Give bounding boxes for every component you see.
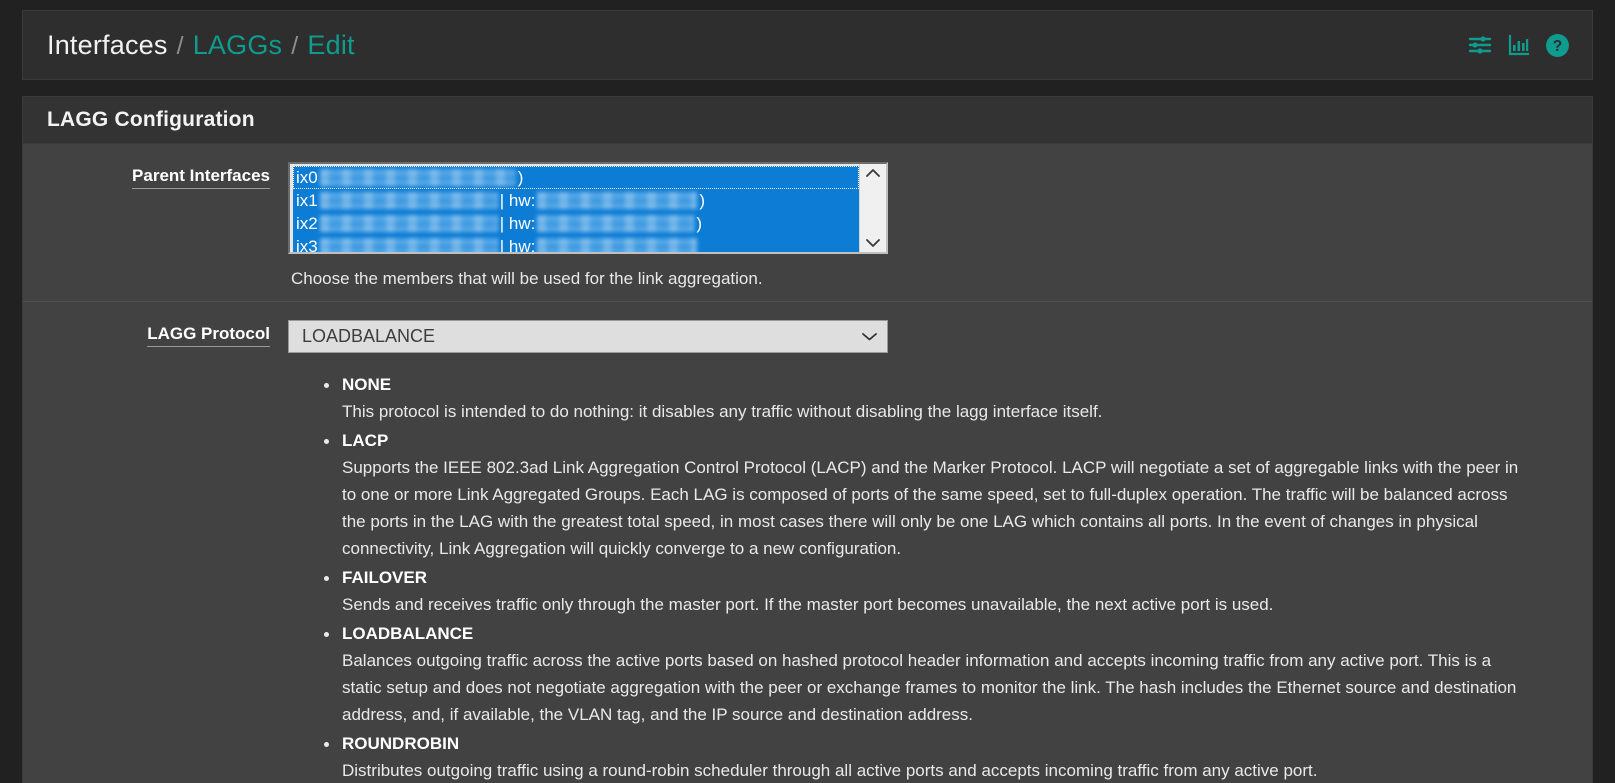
interface-separator: | hw: <box>499 191 536 210</box>
parent-interfaces-field-cell: ix0 ) ix1 | hw: ) ix2 | hw:) ix3 | hw: … <box>288 162 1592 289</box>
breadcrumb-item-edit[interactable]: Edit <box>307 30 354 61</box>
parent-interfaces-options[interactable]: ix0 ) ix1 | hw: ) ix2 | hw:) ix3 | hw: <box>290 164 859 252</box>
interface-name: ix3 <box>296 237 318 252</box>
redacted-text <box>319 192 498 209</box>
lagg-configuration-card: LAGG Configuration Parent Interfaces ix0… <box>22 96 1593 783</box>
scroll-up-icon[interactable] <box>865 167 881 179</box>
chevron-down-icon[interactable] <box>861 331 878 342</box>
protocol-description: Balances outgoing traffic across the act… <box>342 651 1517 724</box>
list-item[interactable]: ix0 ) <box>293 166 859 189</box>
interface-tail: ) <box>699 191 705 210</box>
parent-interfaces-label-cell: Parent Interfaces <box>23 162 288 289</box>
protocol-description: Distributes outgoing traffic using a rou… <box>342 761 1318 780</box>
parent-interfaces-label: Parent Interfaces <box>132 166 270 189</box>
lagg-protocol-row: LAGG Protocol LOADBALANCE NONE This prot… <box>23 302 1592 783</box>
interface-separator: | hw: <box>499 214 536 233</box>
protocol-term: LOADBALANCE <box>324 620 1568 647</box>
protocol-term: LACP <box>324 427 1568 454</box>
list-item[interactable]: ix1 | hw: ) <box>293 189 859 212</box>
interface-tail: ) <box>696 214 702 233</box>
scroll-down-icon[interactable] <box>865 237 881 249</box>
breadcrumb-item-interfaces[interactable]: Interfaces <box>47 30 168 61</box>
lagg-protocol-description-list: NONE This protocol is intended to do not… <box>288 371 1568 783</box>
tune-sliders-icon[interactable] <box>1467 33 1493 57</box>
redacted-hwaddr <box>537 192 698 209</box>
listbox-scrollbar[interactable] <box>859 164 886 252</box>
protocol-term: ROUNDROBIN <box>324 730 1568 757</box>
svg-text:?: ? <box>1553 38 1563 55</box>
protocol-description: Supports the IEEE 802.3ad Link Aggregati… <box>342 458 1519 558</box>
redacted-text <box>319 215 498 232</box>
list-item: ROUNDROBIN Distributes outgoing traffic … <box>324 730 1568 783</box>
interface-name: ix0 <box>296 168 318 187</box>
header-icon-group: ? <box>1467 33 1570 58</box>
protocol-term: NONE <box>324 371 1568 398</box>
help-circle-icon[interactable]: ? <box>1545 33 1570 58</box>
lagg-protocol-label: LAGG Protocol <box>147 324 270 347</box>
card-title: LAGG Configuration <box>47 108 255 131</box>
page-root: Interfaces / LAGGs / Edit ? LAGG Configu… <box>0 0 1615 783</box>
lagg-protocol-selected-value: LOADBALANCE <box>302 326 436 346</box>
redacted-text <box>319 169 516 186</box>
lagg-protocol-field-cell: LOADBALANCE NONE This protocol is intend… <box>288 320 1592 783</box>
list-item: FAILOVER Sends and receives traffic only… <box>324 564 1568 618</box>
breadcrumb-item-laggs[interactable]: LAGGs <box>193 30 283 61</box>
list-item: NONE This protocol is intended to do not… <box>324 371 1568 425</box>
redacted-hwaddr <box>537 238 698 252</box>
interface-separator: | hw: <box>499 237 536 252</box>
bar-chart-icon[interactable] <box>1507 33 1531 57</box>
interface-separator: ) <box>517 168 524 187</box>
redacted-hwaddr <box>537 215 695 232</box>
protocol-term: FAILOVER <box>324 564 1568 591</box>
protocol-description: This protocol is intended to do nothing:… <box>342 402 1103 421</box>
list-item: LACP Supports the IEEE 802.3ad Link Aggr… <box>324 427 1568 562</box>
lagg-protocol-select[interactable]: LOADBALANCE <box>288 320 888 353</box>
interface-name: ix1 <box>296 191 318 210</box>
list-item[interactable]: ix3 | hw: <box>293 235 859 252</box>
parent-interfaces-row: Parent Interfaces ix0 ) ix1 | hw:) ix2 … <box>23 144 1592 302</box>
interface-name: ix2 <box>296 214 318 233</box>
parent-interfaces-listbox[interactable]: ix0 ) ix1 | hw: ) ix2 | hw:) ix3 | hw: <box>288 162 888 254</box>
topbar: Interfaces / LAGGs / Edit ? <box>22 10 1593 80</box>
protocol-description: Sends and receives traffic only through … <box>342 595 1274 614</box>
lagg-protocol-label-cell: LAGG Protocol <box>23 320 288 783</box>
breadcrumb-separator: / <box>291 31 299 60</box>
parent-interfaces-helper-text: Choose the members that will be used for… <box>291 269 763 288</box>
list-item: LOADBALANCE Balances outgoing traffic ac… <box>324 620 1568 728</box>
redacted-text <box>319 238 498 252</box>
card-header: LAGG Configuration <box>23 97 1592 144</box>
breadcrumb-separator: / <box>176 31 184 60</box>
breadcrumb: Interfaces / LAGGs / Edit <box>47 30 355 61</box>
list-item[interactable]: ix2 | hw: ) <box>293 212 859 235</box>
